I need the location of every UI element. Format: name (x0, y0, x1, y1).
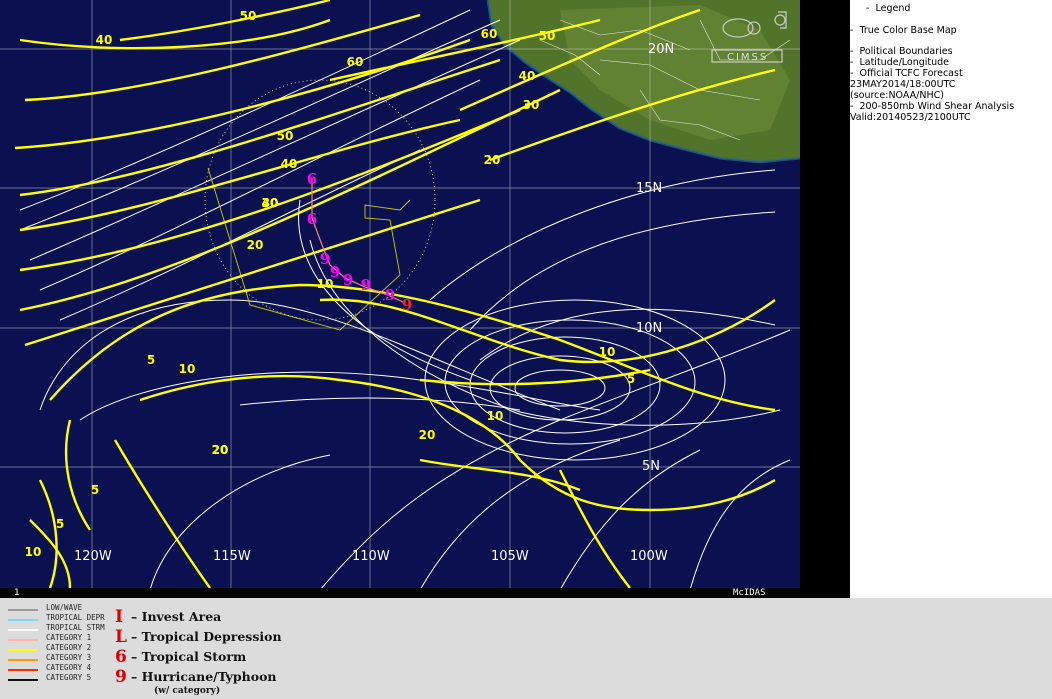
storm-icon: 6 (115, 647, 127, 667)
logo-text: CIMSS (727, 52, 768, 63)
software-label: McIDAS (733, 588, 766, 598)
contour-label: 40 (519, 69, 536, 83)
symbol-label: – Hurricane/Typhoon (131, 669, 277, 684)
hurricane-icon: 9 (115, 667, 127, 687)
depression-icon: L (115, 627, 127, 647)
contour-label: 60 (481, 27, 498, 41)
lon-label: 115W (213, 549, 251, 564)
track-hurricane-symbol: 9 (343, 271, 353, 289)
invest-icon: I (115, 607, 123, 627)
category-legend: LOW/WAVE TROPICAL DEPR TROPICAL STRM CAT… (0, 598, 1052, 699)
lat-label: 15N (636, 181, 662, 196)
contour-label: 5 (627, 372, 635, 386)
wind-shear-map: 50 40 60 50 40 30 60 40 30 20 50 40 30 2… (0, 0, 800, 588)
contour-label: 40 (96, 33, 113, 47)
contour-label: 20 (484, 153, 501, 167)
symbol-label: – Tropical Storm (131, 649, 247, 664)
track-hurricane-symbol: 9 (330, 263, 340, 281)
contour-label: 10 (179, 362, 196, 376)
contour-label: 5 (147, 353, 155, 367)
legend-line: - Latitude/Longitude (850, 57, 950, 68)
symbol-label: – Invest Area (131, 609, 222, 624)
legend-title: - Legend (866, 3, 911, 14)
lat-label: 5N (642, 459, 660, 474)
frame-number: 1 (14, 588, 20, 598)
contour-label: 60 (347, 55, 364, 69)
legend-line: Valid:20140523/2100UTC (850, 112, 971, 123)
contour-label: 5 (91, 483, 99, 497)
legend-line: - True Color Base Map (850, 25, 957, 36)
track-storm-symbol: 6 (307, 170, 317, 188)
track-hurricane-symbol: 9 (402, 296, 412, 314)
lon-label: 110W (352, 549, 390, 564)
symbol-label: – Tropical Depression (131, 629, 282, 644)
lat-label: 20N (648, 42, 674, 57)
map-footer-bar (0, 588, 800, 598)
legend-line: 23MAY2014/18:00UTC (850, 79, 956, 90)
contour-label: 50 (277, 129, 294, 143)
lat-label: 10N (636, 321, 662, 336)
contour-label: 5 (56, 517, 64, 531)
contour-label: 20 (247, 238, 264, 252)
contour-label: 10 (487, 409, 504, 423)
contour-label: 30 (262, 196, 279, 210)
contour-label: 40 (281, 157, 298, 171)
category-note: (w/ category) (154, 686, 221, 696)
track-hurricane-symbol: 9 (320, 250, 330, 268)
lon-label: 105W (491, 549, 529, 564)
track-storm-symbol: 6 (307, 210, 317, 228)
contour-label: 20 (212, 443, 229, 457)
legend-line: (source:NOAA/NHC) (850, 90, 944, 101)
contour-label: 50 (240, 9, 257, 23)
track-hurricane-symbol: 9 (385, 286, 395, 304)
lon-label: 100W (630, 549, 668, 564)
contour-label: 10 (599, 345, 616, 359)
legend-line: - Political Boundaries (850, 46, 953, 57)
legend-line: - Official TCFC Forecast (850, 68, 963, 79)
contour-label: 30 (523, 98, 540, 112)
legend-line: - 200-850mb Wind Shear Analysis (850, 101, 1015, 112)
contour-label: 20 (419, 428, 436, 442)
contour-label: 10 (25, 545, 42, 559)
lon-label: 120W (74, 549, 112, 564)
contour-label: 50 (539, 29, 556, 43)
legend-panel: - Legend - True Color Base Map - Politic… (850, 0, 1052, 598)
track-hurricane-symbol: 9 (361, 276, 371, 294)
